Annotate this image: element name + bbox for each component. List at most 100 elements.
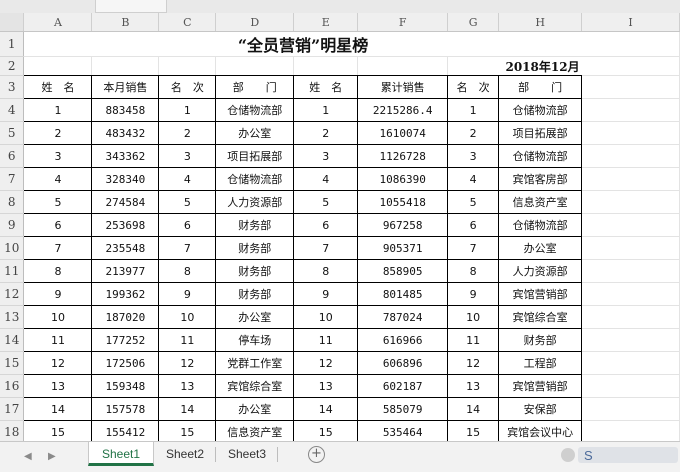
column-title[interactable]: 姓 名 bbox=[23, 75, 93, 99]
row-header[interactable]: 5 bbox=[0, 121, 25, 145]
column-title[interactable]: 姓 名 bbox=[293, 75, 359, 99]
table-cell[interactable]: 14 bbox=[23, 397, 93, 421]
table-cell[interactable]: 9 bbox=[158, 282, 217, 306]
table-cell[interactable]: 5 bbox=[158, 190, 217, 214]
table-cell[interactable]: 11 bbox=[158, 328, 217, 352]
row-header[interactable]: 10 bbox=[0, 236, 25, 260]
table-cell[interactable]: 4 bbox=[293, 167, 359, 191]
table-cell[interactable]: 人力资源部 bbox=[215, 190, 295, 214]
table-cell[interactable]: 仓储物流部 bbox=[215, 167, 295, 191]
table-cell[interactable]: 905371 bbox=[357, 236, 449, 260]
row-header[interactable]: 3 bbox=[0, 75, 25, 99]
cell[interactable] bbox=[581, 167, 680, 191]
table-cell[interactable]: 4 bbox=[447, 167, 500, 191]
table-cell[interactable]: 4 bbox=[23, 167, 93, 191]
column-title[interactable]: 部 门 bbox=[215, 75, 295, 99]
table-cell[interactable]: 787024 bbox=[357, 305, 449, 329]
table-cell[interactable]: 967258 bbox=[357, 213, 449, 237]
table-cell[interactable]: 858905 bbox=[357, 259, 449, 283]
tab-sheet1[interactable]: Sheet1 bbox=[88, 442, 154, 466]
table-cell[interactable]: 343362 bbox=[91, 144, 160, 168]
table-cell[interactable]: 14 bbox=[158, 397, 217, 421]
table-cell[interactable]: 8 bbox=[293, 259, 359, 283]
cell[interactable] bbox=[581, 121, 680, 145]
column-title[interactable]: 名 次 bbox=[447, 75, 500, 99]
row-header[interactable]: 9 bbox=[0, 213, 25, 237]
table-cell[interactable]: 项目拓展部 bbox=[498, 121, 583, 145]
table-cell[interactable]: 财务部 bbox=[215, 213, 295, 237]
cell[interactable] bbox=[215, 56, 295, 76]
table-cell[interactable]: 1055418 bbox=[357, 190, 449, 214]
table-cell[interactable]: 13 bbox=[293, 374, 359, 398]
column-title[interactable]: 本月销售 bbox=[91, 75, 160, 99]
table-cell[interactable]: 项目拓展部 bbox=[215, 144, 295, 168]
tab-sheet2[interactable]: Sheet2 bbox=[156, 442, 214, 466]
cell[interactable] bbox=[581, 144, 680, 168]
table-cell[interactable]: 7 bbox=[23, 236, 93, 260]
cell[interactable] bbox=[581, 190, 680, 214]
table-cell[interactable]: 8 bbox=[23, 259, 93, 283]
cell[interactable] bbox=[23, 56, 93, 76]
cell[interactable] bbox=[581, 351, 680, 375]
table-cell[interactable]: 10 bbox=[293, 305, 359, 329]
column-header-d[interactable]: D bbox=[215, 13, 295, 32]
table-cell[interactable]: 人力资源部 bbox=[498, 259, 583, 283]
column-header-b[interactable]: B bbox=[91, 13, 160, 32]
table-cell[interactable]: 2 bbox=[158, 121, 217, 145]
table-cell[interactable]: 安保部 bbox=[498, 397, 583, 421]
table-cell[interactable]: 7 bbox=[158, 236, 217, 260]
table-cell[interactable]: 10 bbox=[23, 305, 93, 329]
table-cell[interactable]: 信息资产室 bbox=[498, 190, 583, 214]
table-cell[interactable]: 宾馆综合室 bbox=[215, 374, 295, 398]
cell[interactable] bbox=[158, 56, 217, 76]
column-header-f[interactable]: F bbox=[357, 13, 449, 32]
table-cell[interactable]: 213977 bbox=[91, 259, 160, 283]
row-header[interactable]: 14 bbox=[0, 328, 25, 352]
table-cell[interactable]: 2 bbox=[23, 121, 93, 145]
table-cell[interactable]: 606896 bbox=[357, 351, 449, 375]
sheet-title[interactable]: “全员营销”明星榜 bbox=[23, 31, 582, 57]
column-header-h[interactable]: H bbox=[498, 13, 583, 32]
column-header-c[interactable]: C bbox=[158, 13, 217, 32]
table-cell[interactable]: 9 bbox=[293, 282, 359, 306]
table-cell[interactable]: 11 bbox=[23, 328, 93, 352]
table-cell[interactable]: 1 bbox=[23, 98, 93, 122]
table-cell[interactable]: 3 bbox=[158, 144, 217, 168]
table-cell[interactable]: 14 bbox=[293, 397, 359, 421]
table-cell[interactable]: 12 bbox=[447, 351, 500, 375]
table-cell[interactable]: 12 bbox=[23, 351, 93, 375]
cell[interactable] bbox=[581, 397, 680, 421]
table-cell[interactable]: 财务部 bbox=[215, 236, 295, 260]
column-header-e[interactable]: E bbox=[293, 13, 359, 32]
row-header[interactable]: 15 bbox=[0, 351, 25, 375]
table-cell[interactable]: 财务部 bbox=[215, 282, 295, 306]
row-header[interactable]: 7 bbox=[0, 167, 25, 191]
table-cell[interactable]: 187020 bbox=[91, 305, 160, 329]
table-cell[interactable]: 199362 bbox=[91, 282, 160, 306]
table-cell[interactable]: 483432 bbox=[91, 121, 160, 145]
table-cell[interactable]: 宾馆营销部 bbox=[498, 374, 583, 398]
table-cell[interactable]: 财务部 bbox=[498, 328, 583, 352]
table-cell[interactable]: 6 bbox=[293, 213, 359, 237]
cell[interactable] bbox=[581, 259, 680, 283]
table-cell[interactable]: 12 bbox=[158, 351, 217, 375]
table-cell[interactable]: 157578 bbox=[91, 397, 160, 421]
column-header-i[interactable]: I bbox=[581, 13, 680, 32]
table-cell[interactable]: 159348 bbox=[91, 374, 160, 398]
table-cell[interactable]: 财务部 bbox=[215, 259, 295, 283]
table-cell[interactable]: 办公室 bbox=[215, 397, 295, 421]
row-header[interactable]: 11 bbox=[0, 259, 25, 283]
table-cell[interactable]: 2 bbox=[293, 121, 359, 145]
table-cell[interactable]: 4 bbox=[158, 167, 217, 191]
table-cell[interactable]: 7 bbox=[293, 236, 359, 260]
cell[interactable] bbox=[581, 75, 680, 99]
table-cell[interactable]: 6 bbox=[23, 213, 93, 237]
table-cell[interactable]: 3 bbox=[293, 144, 359, 168]
scroll-right-icon[interactable]: ▶ bbox=[48, 451, 56, 462]
table-cell[interactable]: 177252 bbox=[91, 328, 160, 352]
table-cell[interactable]: 5 bbox=[447, 190, 500, 214]
cell[interactable] bbox=[581, 374, 680, 398]
table-cell[interactable]: 1 bbox=[293, 98, 359, 122]
table-cell[interactable]: 14 bbox=[447, 397, 500, 421]
table-cell[interactable]: 602187 bbox=[357, 374, 449, 398]
